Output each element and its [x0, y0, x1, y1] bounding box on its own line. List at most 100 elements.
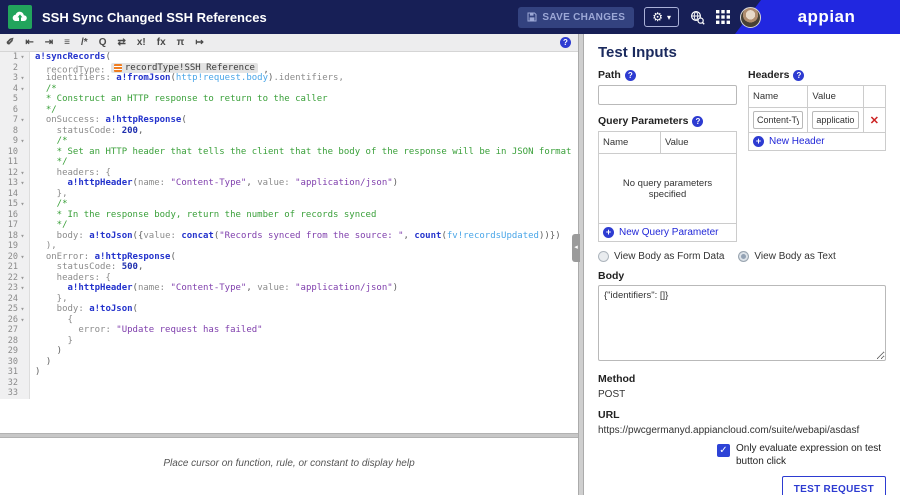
- code-line-text: */: [35, 157, 68, 167]
- code-line[interactable]: 1 ▾ a!syncRecords(: [0, 52, 578, 63]
- exit-icon[interactable]: ↦: [195, 35, 203, 51]
- swap-icon[interactable]: ⇄: [117, 35, 125, 51]
- function-icon[interactable]: fx: [157, 35, 166, 51]
- header-value-input[interactable]: [812, 111, 859, 129]
- indent-icon[interactable]: ⇥: [45, 35, 53, 51]
- code-line[interactable]: 5 * Construct an HTTP response to return…: [0, 94, 578, 105]
- code-line[interactable]: 12 ▾ headers: {: [0, 167, 578, 179]
- user-avatar[interactable]: [740, 6, 761, 28]
- code-line-text: a!syncRecords(: [35, 52, 111, 62]
- editor-help-icon[interactable]: ?: [560, 37, 571, 48]
- line-number-gutter: 7 ▾: [0, 115, 30, 126]
- radio-selected-icon[interactable]: [738, 251, 750, 262]
- path-help-icon[interactable]: ?: [624, 69, 636, 81]
- fold-caret-icon[interactable]: ▾: [18, 136, 27, 147]
- search-icon[interactable]: Q: [99, 35, 107, 51]
- code-line[interactable]: 30 ): [0, 356, 578, 367]
- code-line[interactable]: 3 ▾ identifiers: a!fromJson(http!request.…: [0, 73, 578, 84]
- code-line[interactable]: 29 ): [0, 346, 578, 357]
- radio-option-label: View Body as Text: [754, 251, 836, 262]
- fold-caret-icon[interactable]: ▾: [18, 273, 27, 284]
- fold-caret-icon[interactable]: ▾: [18, 52, 27, 63]
- code-line[interactable]: 16 * In the response body, return the nu…: [0, 209, 578, 220]
- line-number-gutter: 11: [0, 157, 30, 168]
- fold-caret-icon[interactable]: ▾: [18, 283, 27, 294]
- settings-menu-button[interactable]: ⚙ ▾: [644, 7, 679, 27]
- fold-caret-icon[interactable]: ▾: [18, 115, 27, 126]
- variable-icon[interactable]: x!: [137, 35, 146, 51]
- code-line[interactable]: 25 ▾ body: a!toJson(: [0, 304, 578, 315]
- save-changes-button[interactable]: SAVE CHANGES: [518, 6, 635, 28]
- function-help-text: Place cursor on function, rule, or const…: [163, 458, 415, 469]
- code-line-text: /*: [35, 199, 68, 209]
- line-number-gutter: 6: [0, 104, 30, 115]
- code-line[interactable]: 21 statusCode: 500,: [0, 262, 578, 273]
- code-line-text: ),: [35, 241, 57, 251]
- code-line[interactable]: 19 ),: [0, 241, 578, 252]
- code-line[interactable]: 26 ▾ {: [0, 314, 578, 326]
- code-line-text: statusCode: 200,: [35, 125, 144, 136]
- body-view-radio-option[interactable]: View Body as Form Data: [598, 251, 724, 262]
- format-wand-icon[interactable]: ✐: [6, 35, 14, 51]
- app-grid-icon[interactable]: [716, 10, 730, 24]
- fold-caret-icon[interactable]: ▾: [18, 304, 27, 315]
- path-input[interactable]: [598, 85, 737, 105]
- line-number-gutter: 24: [0, 293, 30, 304]
- fold-caret-icon[interactable]: ▾: [18, 231, 27, 242]
- header-name-input[interactable]: [753, 111, 804, 129]
- new-query-parameter-link[interactable]: + New Query Parameter: [603, 227, 732, 238]
- code-line[interactable]: 31): [0, 367, 578, 378]
- code-line[interactable]: 11 */: [0, 157, 578, 168]
- code-line[interactable]: 32: [0, 377, 578, 388]
- fold-caret-icon[interactable]: ▾: [18, 168, 27, 179]
- code-line[interactable]: 8 statusCode: 200,: [0, 125, 578, 136]
- code-line[interactable]: 9 ▾ /*: [0, 136, 578, 147]
- code-line[interactable]: 18 ▾ body: a!toJson({value: concat("Recor…: [0, 230, 578, 242]
- pi-icon[interactable]: π: [177, 35, 185, 51]
- code-line[interactable]: 6 */: [0, 104, 578, 115]
- test-request-button[interactable]: TEST REQUEST: [781, 476, 886, 495]
- code-line[interactable]: 13 ▾ a!httpHeader(name: "Content-Type", v…: [0, 178, 578, 189]
- code-line[interactable]: 23 ▾ a!httpHeader(name: "Content-Type", v…: [0, 283, 578, 294]
- record-type-token[interactable]: recordType!SSH Reference: [110, 62, 258, 73]
- code-line[interactable]: 7 ▾ onSuccess: a!httpResponse(: [0, 115, 578, 126]
- global-search-icon[interactable]: [690, 10, 705, 25]
- body-view-radio-group: View Body as Form Data View Body as Text: [598, 251, 886, 262]
- code-line[interactable]: 15 ▾ /*: [0, 199, 578, 210]
- code-line[interactable]: 17 */: [0, 220, 578, 231]
- fold-caret-icon[interactable]: ▾: [18, 84, 27, 95]
- outline-icon[interactable]: ≡: [64, 35, 70, 51]
- radio-unselected-icon[interactable]: [598, 251, 609, 262]
- line-number-gutter: 13 ▾: [0, 178, 30, 189]
- code-area[interactable]: 1 ▾ a!syncRecords(2 recordType: recordType…: [0, 52, 578, 433]
- fold-caret-icon[interactable]: ▾: [18, 73, 27, 84]
- fold-caret-icon[interactable]: ▾: [18, 199, 27, 210]
- code-line[interactable]: 28 }: [0, 335, 578, 346]
- headers-help-icon[interactable]: ?: [793, 69, 805, 81]
- line-number-gutter: 18 ▾: [0, 230, 30, 242]
- code-line[interactable]: 33: [0, 388, 578, 399]
- body-view-radio-option[interactable]: View Body as Text: [738, 251, 836, 262]
- code-line-text: /*: [35, 83, 57, 94]
- code-line[interactable]: 24 },: [0, 293, 578, 304]
- body-textarea[interactable]: {"identifiers": []}: [598, 285, 886, 361]
- code-line[interactable]: 22 ▾ headers: {: [0, 272, 578, 284]
- evaluate-on-click-checkbox[interactable]: ✓ Only evaluate expression on test butto…: [717, 443, 886, 468]
- code-line[interactable]: 2 recordType: recordType!SSH Reference ,: [0, 62, 578, 75]
- fold-caret-icon[interactable]: ▾: [18, 315, 27, 326]
- code-line[interactable]: 14 },: [0, 188, 578, 199]
- code-line[interactable]: 20 ▾ onError: a!httpResponse(: [0, 251, 578, 263]
- comment-icon[interactable]: /*: [81, 35, 88, 51]
- new-header-link[interactable]: + New Header: [753, 136, 881, 147]
- line-number-gutter: 31: [0, 367, 30, 378]
- code-line[interactable]: 4 ▾ /*: [0, 83, 578, 95]
- delete-header-icon[interactable]: ✕: [868, 114, 881, 127]
- outdent-icon[interactable]: ⇤: [25, 35, 33, 51]
- query-parameters-help-icon[interactable]: ?: [692, 115, 704, 127]
- code-line-text: },: [35, 293, 68, 304]
- code-line[interactable]: 27 error: "Update request has failed": [0, 325, 578, 336]
- collapse-panel-handle[interactable]: ◂: [572, 234, 580, 262]
- code-line[interactable]: 10 * Set an HTTP header that tells the c…: [0, 146, 578, 157]
- fold-caret-icon[interactable]: ▾: [18, 178, 27, 189]
- fold-caret-icon[interactable]: ▾: [18, 252, 27, 263]
